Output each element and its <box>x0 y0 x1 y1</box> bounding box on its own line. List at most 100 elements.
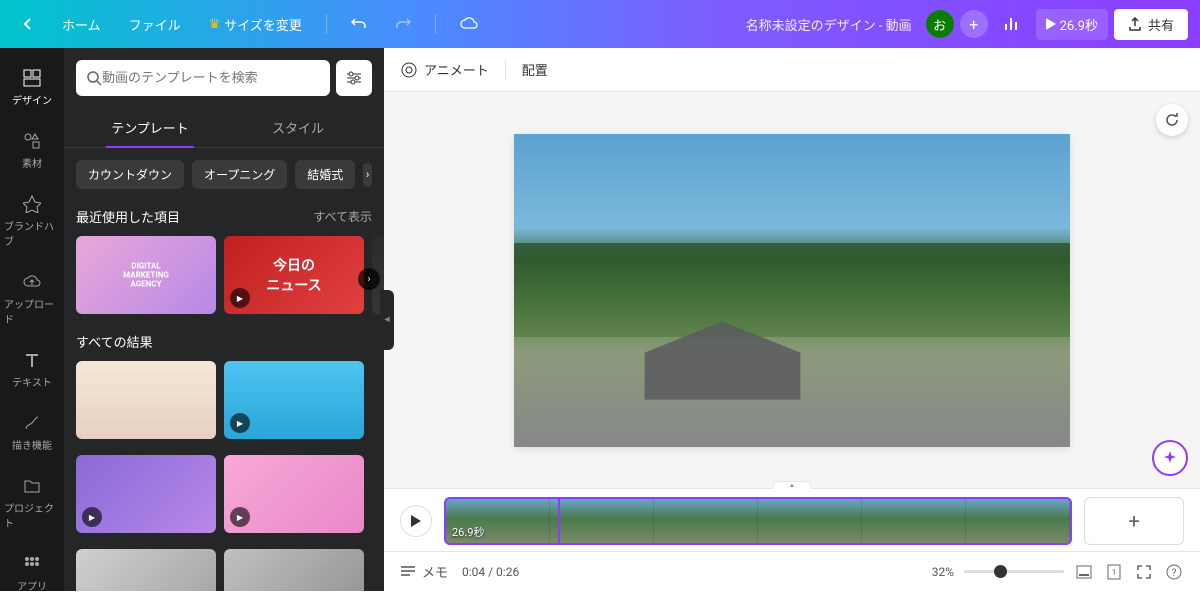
top-bar: ホーム ファイル ♛ サイズを変更 名称未設定のデザイン - 動画 お + 26… <box>0 0 1200 48</box>
position-button[interactable]: 配置 <box>522 60 548 79</box>
video-clip[interactable]: 26.9秒 <box>444 497 1072 545</box>
undo-button[interactable] <box>341 11 377 37</box>
main-area: デザイン 素材 ブランドハブ アップロード テキスト 描き機能 プロジェクト <box>0 48 1200 591</box>
undo-icon <box>351 17 367 31</box>
timeline-row: 26.9秒 + <box>400 497 1184 545</box>
recent-title: 最近使用した項目 <box>76 207 180 226</box>
sidenav-item-draw[interactable]: 描き機能 <box>4 403 60 462</box>
recent-header: 最近使用した項目 すべて表示 <box>64 201 384 232</box>
chart-icon <box>1004 16 1020 32</box>
template-thumb[interactable] <box>76 549 216 591</box>
timeline-play-button[interactable] <box>400 505 432 537</box>
sidenav-item-apps[interactable]: アプリ <box>4 544 60 603</box>
redo-button[interactable] <box>385 11 421 37</box>
refresh-button[interactable] <box>1156 104 1188 136</box>
sidenav-item-projects[interactable]: プロジェクト <box>4 466 60 540</box>
page-view-button[interactable]: 1 <box>1104 562 1124 582</box>
zoom-slider[interactable] <box>964 570 1064 573</box>
filter-button[interactable] <box>336 60 372 96</box>
canvas-viewport[interactable] <box>384 92 1200 488</box>
apps-icon <box>22 554 42 574</box>
panel-tabs: テンプレート スタイル <box>64 108 384 148</box>
refresh-icon <box>1164 112 1180 128</box>
result-row <box>64 545 384 591</box>
recent-thumbs-section: DIGITAL MARKETING AGENCY 今日の ニュース ▶ › <box>64 232 384 326</box>
template-thumb[interactable]: DIGITAL MARKETING AGENCY <box>76 236 216 314</box>
add-page-button[interactable]: + <box>1084 497 1184 545</box>
folder-icon <box>22 476 42 496</box>
animate-icon <box>400 61 418 79</box>
user-avatar[interactable]: お <box>926 10 954 38</box>
play-badge-icon: ▶ <box>230 288 250 308</box>
document-title[interactable]: 名称未設定のデザイン - 動画 <box>746 15 912 34</box>
share-button[interactable]: 共有 <box>1114 9 1188 40</box>
search-input[interactable] <box>102 71 320 86</box>
notes-icon <box>400 565 416 579</box>
template-thumb[interactable]: ▶ <box>224 455 364 533</box>
file-menu[interactable]: ファイル <box>119 9 191 40</box>
svg-text:?: ? <box>1172 568 1177 579</box>
bottom-bar: メモ 0:04 / 0:26 32% 1 ? <box>384 551 1200 591</box>
text-icon <box>22 350 42 370</box>
sidenav-item-design[interactable]: デザイン <box>4 58 60 117</box>
playhead[interactable] <box>558 497 560 543</box>
help-button[interactable]: ? <box>1164 562 1184 582</box>
add-member-button[interactable]: + <box>960 10 988 38</box>
scroll-content[interactable]: 最近使用した項目 すべて表示 DIGITAL MARKETING AGENCY … <box>64 201 384 591</box>
sidenav-item-elements[interactable]: 素材 <box>4 121 60 180</box>
sidenav-label: 素材 <box>22 155 42 170</box>
template-thumb[interactable] <box>76 361 216 439</box>
template-thumb[interactable] <box>224 549 364 591</box>
animate-button[interactable]: アニメート <box>400 60 489 79</box>
notes-button[interactable]: メモ <box>400 562 448 581</box>
chip-wedding[interactable]: 結婚式 <box>295 160 355 189</box>
play-preview-button[interactable]: 26.9秒 <box>1036 9 1108 40</box>
back-button[interactable] <box>12 12 44 36</box>
results-title: すべての結果 <box>76 332 153 351</box>
grid-icon <box>22 68 42 88</box>
grid-view-button[interactable] <box>1074 562 1094 582</box>
ai-assist-button[interactable] <box>1152 440 1188 476</box>
cloud-upload-icon <box>22 272 42 292</box>
tab-styles[interactable]: スタイル <box>224 108 372 147</box>
tab-templates[interactable]: テンプレート <box>76 108 224 147</box>
divider <box>505 60 506 80</box>
search-row <box>64 48 384 108</box>
timeline-expand-tab[interactable]: ▲ <box>772 481 812 489</box>
sidenav-item-upload[interactable]: アップロード <box>4 262 60 336</box>
sidenav-label: アップロード <box>4 296 60 326</box>
analytics-button[interactable] <box>994 10 1030 38</box>
zoom-slider-thumb[interactable] <box>994 565 1007 578</box>
canvas-area: アニメート 配置 ▲ <box>384 48 1200 591</box>
chevron-left-icon <box>22 18 34 30</box>
play-badge-icon: ▶ <box>230 413 250 433</box>
sidenav-label: プロジェクト <box>4 500 60 530</box>
show-all-link[interactable]: すべて表示 <box>313 208 372 225</box>
search-icon <box>86 70 102 86</box>
play-icon <box>1046 18 1056 30</box>
resize-button[interactable]: ♛ サイズを変更 <box>199 9 312 40</box>
sidenav-label: テキスト <box>12 374 52 389</box>
sidenav-item-brand[interactable]: ブランドハブ <box>4 184 60 258</box>
play-icon <box>411 515 421 527</box>
chip-scroll-right[interactable]: › <box>363 163 372 187</box>
collapse-panel-button[interactable]: ◄ <box>380 290 394 350</box>
thumb-label: DIGITAL MARKETING AGENCY <box>111 262 181 289</box>
row-scroll-right[interactable]: › <box>358 268 380 290</box>
home-button[interactable]: ホーム <box>52 9 111 40</box>
template-thumb[interactable]: ▶ <box>224 361 364 439</box>
chip-countdown[interactable]: カウントダウン <box>76 160 184 189</box>
chip-opening[interactable]: オープニング <box>192 160 287 189</box>
share-label: 共有 <box>1148 15 1174 34</box>
cloud-sync-button[interactable] <box>450 11 488 37</box>
template-thumb[interactable]: 今日の ニュース ▶ <box>224 236 364 314</box>
clip-frame <box>758 499 862 543</box>
draw-icon <box>22 413 42 433</box>
video-preview[interactable] <box>514 134 1070 447</box>
sidenav-item-text[interactable]: テキスト <box>4 340 60 399</box>
search-box[interactable] <box>76 60 330 96</box>
brand-icon <box>22 194 42 214</box>
fullscreen-button[interactable] <box>1134 562 1154 582</box>
template-thumb[interactable]: ▶ <box>76 455 216 533</box>
thumb-label: 今日の ニュース <box>266 255 321 295</box>
